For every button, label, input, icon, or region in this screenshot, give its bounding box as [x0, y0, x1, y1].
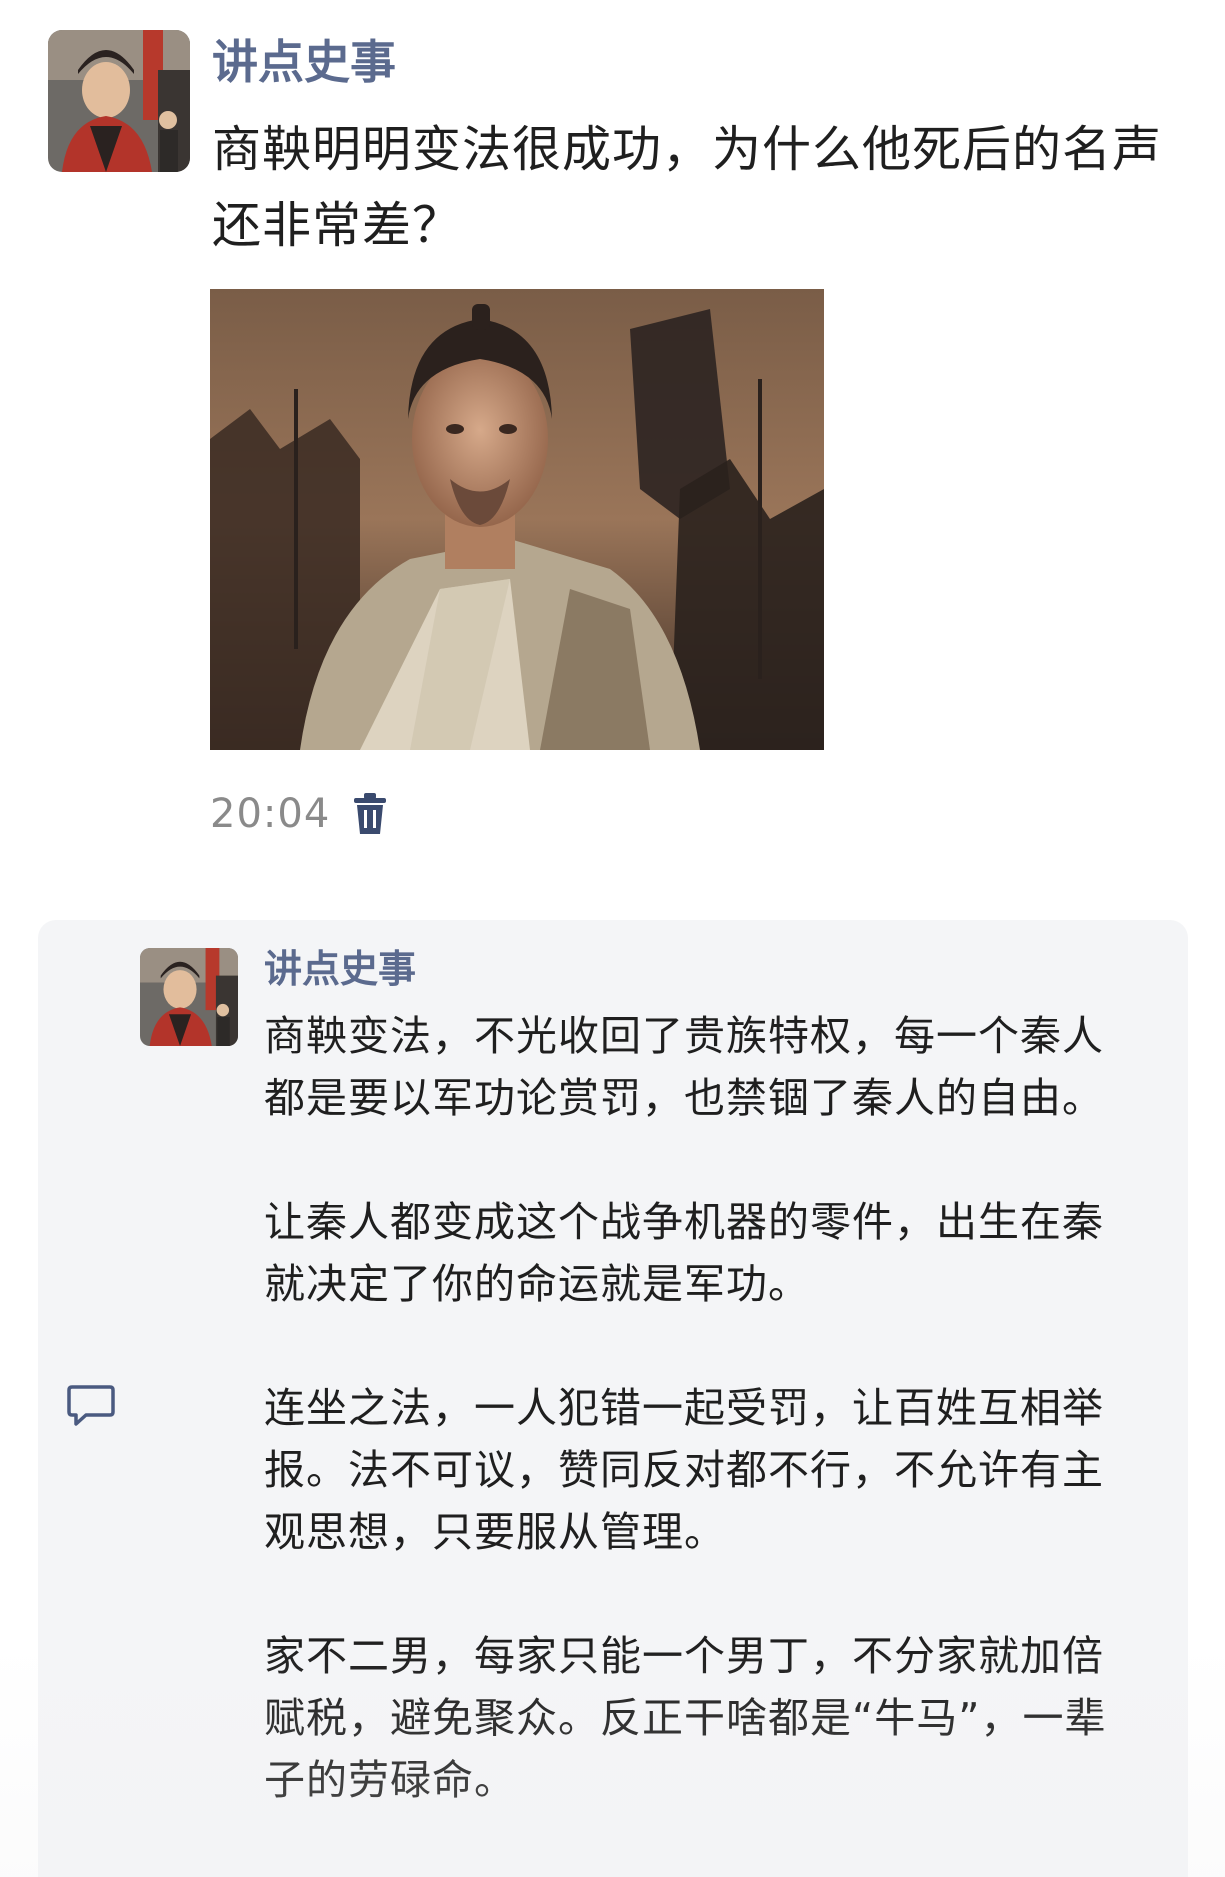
- post-time: 20:04: [210, 791, 331, 837]
- reply-paragraph: 让秦人都变成这个战争机器的零件，出生在秦就决定了你的命运就是军功。: [264, 1198, 1104, 1308]
- reply-paragraph: 连坐之法，一人犯错一起受罚，让百姓互相举报。法不可议，赞同反对都不行，不允许有主…: [264, 1384, 1104, 1556]
- author-avatar[interactable]: [48, 30, 190, 172]
- reply-author-name[interactable]: 讲点史事: [264, 944, 416, 994]
- portrait-image: [210, 289, 824, 750]
- post-title: 商鞅明明变法很成功，为什么他死后的名声还非常差？: [212, 121, 1163, 254]
- avatar-portrait-icon: [48, 30, 190, 172]
- reply-author-avatar[interactable]: [140, 948, 238, 1046]
- comment-icon[interactable]: [66, 1384, 116, 1428]
- avatar-portrait-icon: [140, 948, 238, 1046]
- post-image[interactable]: [210, 289, 824, 750]
- reply-paragraph: 商鞅变法，不光收回了贵族特权，每一个秦人都是要以军功论赏罚，也禁锢了秦人的自由。: [264, 1012, 1104, 1122]
- post-meta: 20:04: [210, 786, 390, 842]
- post-author-name[interactable]: 讲点史事: [212, 32, 396, 92]
- page: 讲点史事 商鞅明明变法很成功，为什么他死后的名声还非常差？ 20:04 讲点史事…: [0, 0, 1225, 1877]
- reply-paragraph: 家不二男，每家只能一个男丁，不分家就加倍赋税，避免聚众。反正干啥都是“牛马”，一…: [264, 1632, 1107, 1804]
- trash-icon[interactable]: [350, 792, 390, 836]
- reply-body: 商鞅变法，不光收回了贵族特权，每一个秦人都是要以军功论赏罚，也禁锢了秦人的自由。…: [264, 1005, 1144, 1873]
